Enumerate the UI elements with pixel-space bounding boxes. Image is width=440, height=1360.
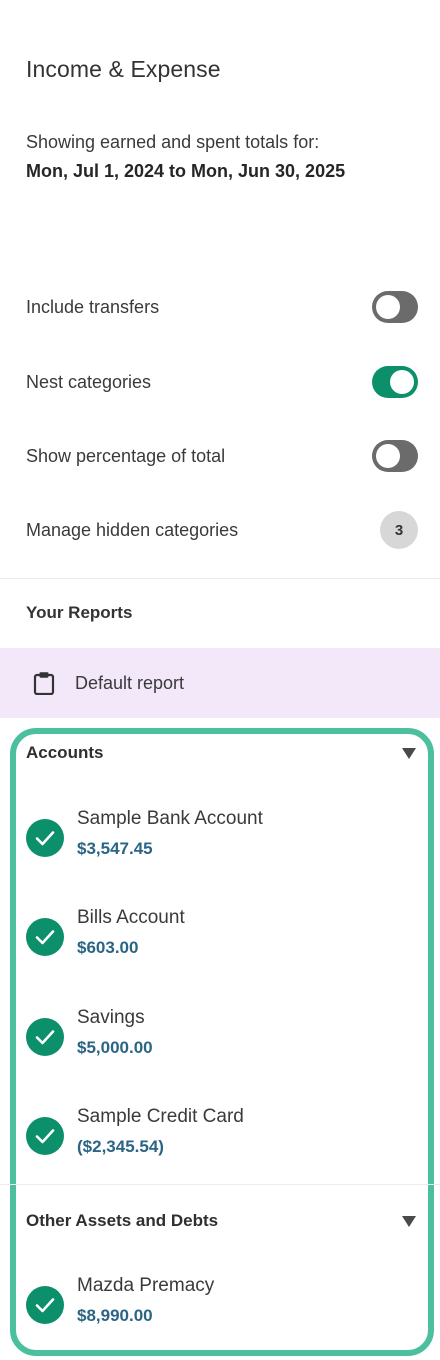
include-transfers-toggle[interactable] — [372, 291, 418, 323]
account-amount: $5,000.00 — [77, 1038, 153, 1057]
include-transfers-row[interactable]: Include transfers — [0, 282, 440, 332]
page-title: Income & Expense — [26, 56, 221, 82]
other-assets-section-header[interactable]: Other Assets and Debts — [26, 1206, 418, 1236]
check-circle-icon[interactable] — [26, 1117, 64, 1155]
show-percentage-label: Show percentage of total — [26, 445, 226, 466]
show-percentage-toggle[interactable] — [372, 440, 418, 472]
nest-categories-label: Nest categories — [26, 371, 152, 392]
account-item[interactable]: Sample Credit Card ($2,345.54) — [26, 1106, 418, 1170]
nest-categories-row[interactable]: Nest categories — [0, 357, 440, 407]
account-item[interactable]: Bills Account $603.00 — [26, 907, 418, 971]
check-circle-icon[interactable] — [26, 819, 64, 857]
divider — [0, 578, 440, 579]
account-name: Savings — [77, 1007, 145, 1028]
account-amount: ($2,345.54) — [77, 1137, 164, 1156]
check-circle-icon[interactable] — [26, 1286, 64, 1324]
account-item[interactable]: Mazda Premacy $8,990.00 — [26, 1275, 418, 1339]
toggle-knob — [376, 444, 400, 468]
show-percentage-row[interactable]: Show percentage of total — [0, 431, 440, 481]
account-amount: $8,990.00 — [77, 1306, 153, 1325]
hidden-count-badge: 3 — [380, 511, 418, 549]
check-circle-icon[interactable] — [26, 918, 64, 956]
accounts-section-label: Accounts — [26, 743, 104, 762]
nest-categories-toggle[interactable] — [372, 366, 418, 398]
caret-down-icon — [402, 747, 416, 759]
divider — [0, 1184, 440, 1185]
manage-hidden-categories-label: Manage hidden categories — [26, 519, 239, 540]
account-name: Bills Account — [77, 907, 185, 928]
your-reports-heading: Your Reports — [26, 603, 133, 622]
account-amount: $3,547.45 — [77, 839, 153, 858]
clipboard-icon — [33, 672, 55, 695]
accounts-section-header[interactable]: Accounts — [26, 738, 418, 768]
account-name: Mazda Premacy — [77, 1275, 215, 1296]
date-range-lead: Showing earned and spent totals for: — [26, 132, 320, 152]
report-item-default[interactable]: Default report — [0, 648, 440, 718]
account-amount: $603.00 — [77, 938, 139, 957]
date-range: Mon, Jul 1, 2024 to Mon, Jun 30, 2025 — [26, 161, 346, 181]
toggle-knob — [390, 370, 414, 394]
account-item[interactable]: Savings $5,000.00 — [26, 1007, 418, 1071]
toggle-knob — [376, 295, 400, 319]
other-assets-section-label: Other Assets and Debts — [26, 1211, 219, 1230]
account-name: Sample Bank Account — [77, 808, 263, 829]
manage-hidden-categories-row[interactable]: Manage hidden categories 3 — [0, 505, 440, 555]
check-circle-icon[interactable] — [26, 1018, 64, 1056]
include-transfers-label: Include transfers — [26, 296, 160, 317]
account-item[interactable]: Sample Bank Account $3,547.45 — [26, 808, 418, 872]
report-item-label: Default report — [75, 672, 185, 693]
account-name: Sample Credit Card — [77, 1106, 244, 1127]
caret-down-icon — [402, 1215, 416, 1227]
